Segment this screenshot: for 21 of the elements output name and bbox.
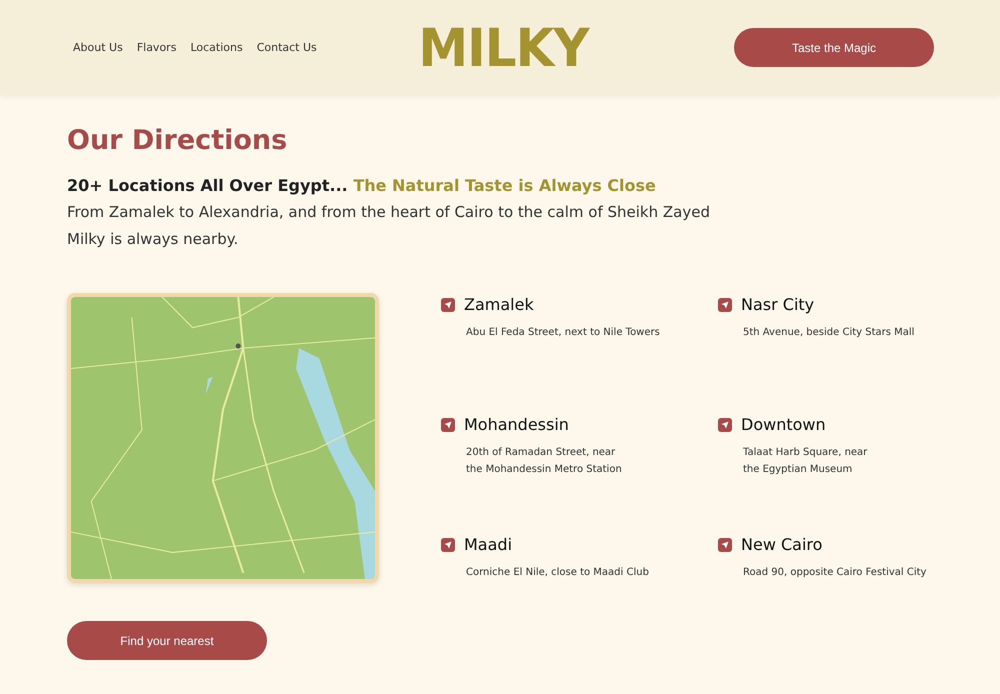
nav-link[interactable]: Flavors xyxy=(136,41,176,54)
location-name: Downtown xyxy=(741,415,826,434)
nav-link[interactable]: Locations xyxy=(190,41,243,54)
location-address: 20th of Ramadan Street, near the Mohandessin Metro Station xyxy=(466,446,623,477)
body-text: From Zamalek to Alexandria, and from the heart of Cairo to the calm of Sheikh Zayed Milky is always nearby. xyxy=(67,202,711,250)
location-address: 5th Avenue, beside City Stars Mall xyxy=(743,326,916,340)
cta-button[interactable]: Taste the Magic xyxy=(734,28,934,67)
find-nearest-button[interactable]: Find your nearest xyxy=(67,621,267,660)
location-address: Talaat Harb Square, near the Egyptian Museum xyxy=(743,446,868,477)
location-name: Nasr City xyxy=(741,295,814,314)
location-address: Road 90, opposite Cairo Festival City xyxy=(743,566,928,580)
section-title: Our Directions xyxy=(67,125,288,156)
location-name: Mohandessin xyxy=(464,415,569,434)
location-name: Maadi xyxy=(464,535,512,554)
nav-link[interactable]: Contact Us xyxy=(256,41,317,54)
nav-link[interactable]: About Us xyxy=(73,41,123,54)
location-name: Zamalek xyxy=(464,295,534,314)
location-address: Corniche El Nile, close to Maadi Club xyxy=(466,566,650,580)
location-name: New Cairo xyxy=(741,535,822,554)
lead-text: 20+ Locations All Over Egypt... The Natural Taste is Always Close xyxy=(67,176,657,195)
location-address: Abu El Feda Street, next to Nile Towers xyxy=(466,326,661,340)
